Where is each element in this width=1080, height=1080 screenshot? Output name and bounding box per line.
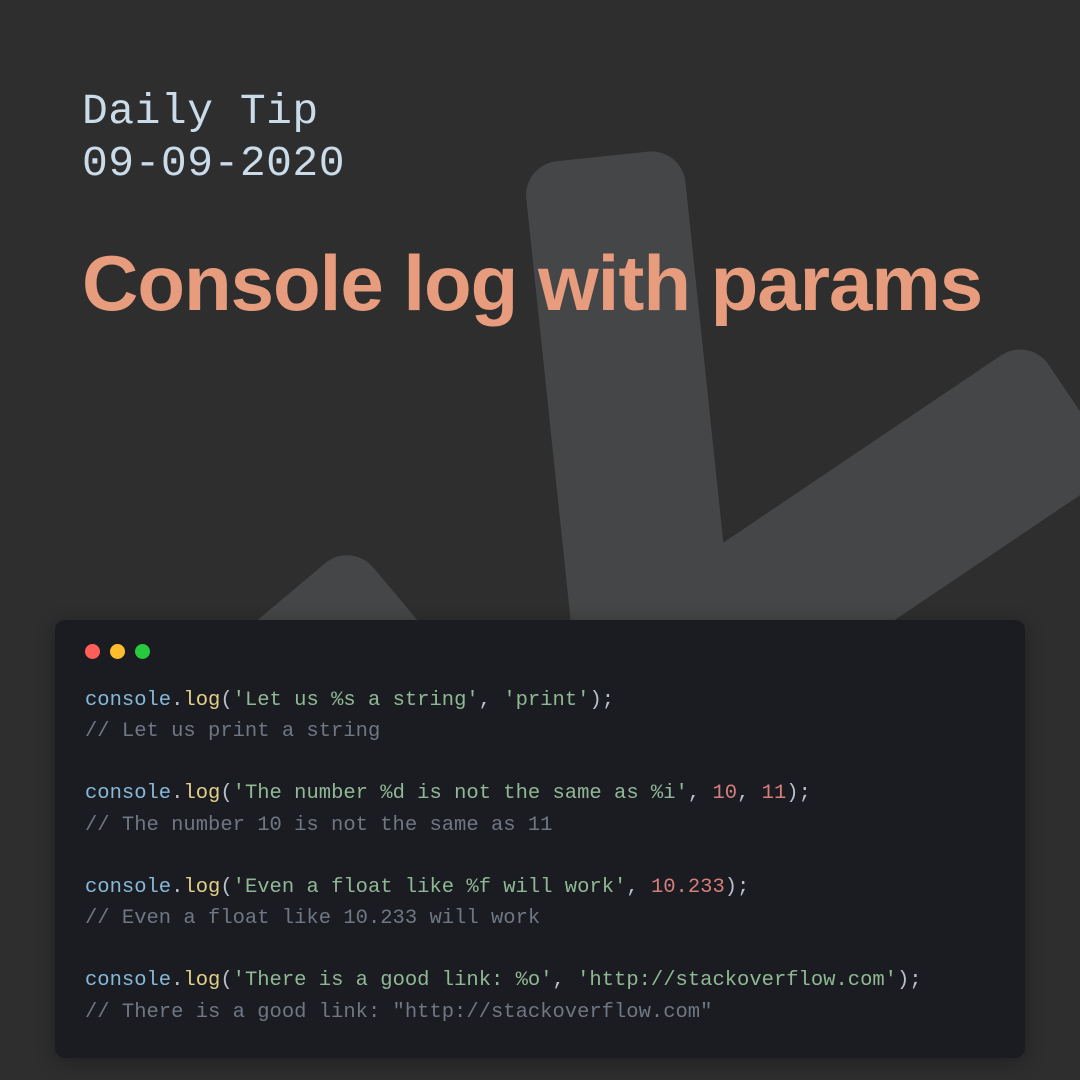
tip-label: Daily Tip 09-09-2020 bbox=[82, 86, 998, 191]
minimize-icon bbox=[110, 644, 125, 659]
code-window: console.log('Let us %s a string', 'print… bbox=[55, 620, 1025, 1058]
close-icon bbox=[85, 644, 100, 659]
maximize-icon bbox=[135, 644, 150, 659]
page-title: Console log with params bbox=[82, 239, 998, 329]
code-block: console.log('Let us %s a string', 'print… bbox=[85, 685, 995, 1028]
window-chrome bbox=[85, 644, 995, 659]
